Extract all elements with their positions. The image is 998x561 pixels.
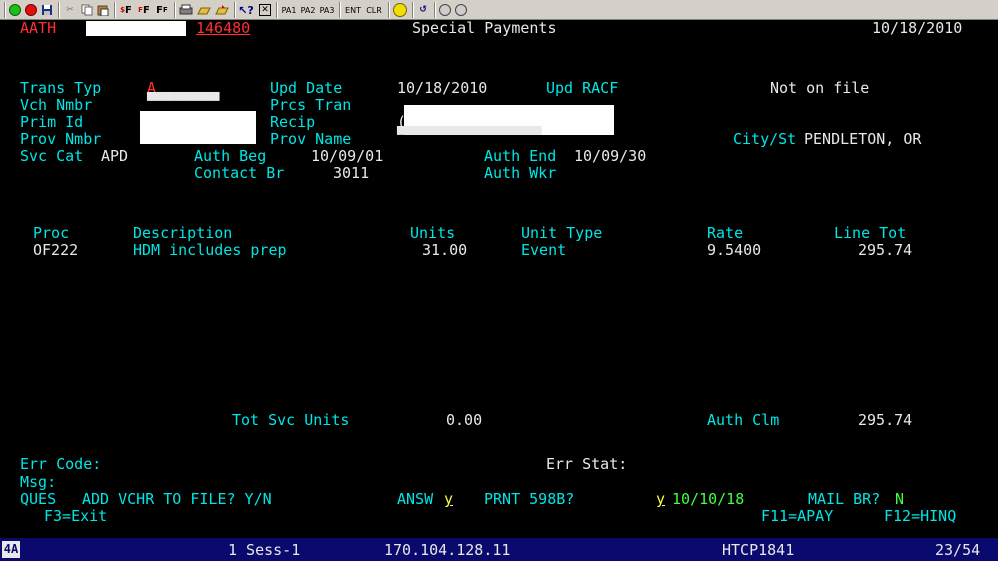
row-units: 31.00 [422,241,468,259]
clr-button[interactable]: CLR [364,2,384,18]
city-st-value: PENDLETON, OR [804,130,922,148]
auth-end-value: 10/09/30 [574,147,647,165]
redacted-field [140,111,256,144]
row-description: HDM includes prep [133,241,287,259]
font-medium-icon[interactable]: FF [136,2,152,18]
contact-br-value: 3011 [333,164,370,182]
mail-br-field[interactable]: N [895,491,904,508]
screen-id: AATH [20,19,57,37]
prnt-date: 10/10/18 [672,490,745,508]
col-rate-header: Rate [707,224,744,242]
prnt-field[interactable]: y [656,491,665,508]
f12-hinq-key[interactable]: F12=HINQ [884,508,956,525]
upd-date-label: Upd Date [270,79,343,97]
pa1-button[interactable]: PA1 [280,2,298,18]
upd-racf-label: Upd RACF [546,79,619,97]
paste-icon[interactable] [96,2,110,18]
prcs-tran-label: Prcs Tran [270,96,352,114]
col-line-tot-header: Line Tot [834,224,907,242]
record-stop-icon[interactable] [454,2,468,18]
file-status: Not on file [770,79,870,97]
prov-name-label: Prov Name [270,130,352,148]
row-unit-type: Event [521,241,567,259]
auth-wkr-label: Auth Wkr [484,164,557,182]
col-proc-header: Proc [33,224,70,242]
auth-number: 146480 [196,19,251,37]
mail-br-label: MAIL BR? [808,490,881,508]
green-circle-icon[interactable] [8,2,22,18]
help-icon[interactable]: ↖? [238,2,254,18]
city-st-label: City/St [733,130,797,148]
redacted-field [86,21,186,36]
ques-label: QUES [20,490,57,508]
header-date: 10/18/2010 [872,19,963,37]
err-stat-label: Err Stat: [546,455,628,473]
save-icon[interactable] [40,2,54,18]
toolbar-grip [4,2,6,18]
red-circle-icon[interactable] [24,2,38,18]
toolbar: ✂ $ F FF FF ↖? ✕ PA1 PA2 PA3 ENT CLR ↺ [0,0,998,20]
question-text: ADD VCHR TO FILE? Y/N [82,490,272,508]
send-file-icon[interactable] [196,2,212,18]
smiley-icon[interactable] [392,2,408,18]
row-rate: 9.5400 [707,241,762,259]
close-icon[interactable]: ✕ [258,2,272,18]
svc-cat-value: APD [101,147,129,165]
f11-apay-key[interactable]: F11=APAY [761,508,833,525]
pa3-button[interactable]: PA3 [318,2,336,18]
err-code-label: Err Code: [20,455,102,473]
trans-typ-label: Trans Typ [20,79,102,97]
print-icon[interactable] [178,2,194,18]
tot-svc-units-label: Tot Svc Units [232,411,350,429]
vch-nmbr-field[interactable]: ▀▀▀▀▀▀▀▀ [147,93,219,110]
receive-file-icon[interactable] [214,2,230,18]
session-name: 1 Sess-1 [228,541,301,559]
vch-nmbr-label: Vch Nmbr [20,96,93,114]
f3-exit-key[interactable]: F3=Exit [44,508,107,525]
recip-label: Recip [270,113,316,131]
row-proc: OF222 [33,241,79,259]
host-ip: 170.104.128.11 [384,541,511,559]
row-line-tot: 295.74 [858,241,913,259]
upd-date-value: 10/18/2010 [397,79,488,97]
host-name: HTCP1841 [722,541,795,559]
col-unit-type-header: Unit Type [521,224,603,242]
ent-button[interactable]: ENT [343,2,363,18]
svc-cat-label: Svc Cat [20,147,84,165]
col-description-header: Description [133,224,233,242]
record-start-icon[interactable] [438,2,452,18]
col-units-header: Units [410,224,456,242]
session-indicator: 4A [2,541,20,558]
auth-end-label: Auth End [484,147,557,165]
terminal-screen[interactable]: AATH 146480 Special Payments 10/18/2010 … [0,20,998,538]
status-bar: 4A 1 Sess-1 170.104.128.11 HTCP1841 23/5… [0,538,998,561]
prnt-label: PRNT 598B? [484,490,575,508]
auth-clm-label: Auth Clm [707,411,780,429]
refresh-icon[interactable]: ↺ [416,2,430,18]
auth-clm-value: 295.74 [858,411,913,429]
answ-label: ANSW [397,490,434,508]
pa2-button[interactable]: PA2 [299,2,317,18]
answ-field[interactable]: y [444,491,453,508]
prov-nmbr-label: Prov Nmbr [20,130,102,148]
font-large-icon[interactable]: $ F [118,2,134,18]
contact-br-label: Contact Br [194,164,285,182]
font-small-icon[interactable]: FF [154,2,170,18]
auth-beg-value: 10/09/01 [311,147,384,165]
prov-name-field[interactable]: ▀▀▀▀▀▀▀▀▀▀▀▀▀▀▀▀ [397,127,542,144]
prim-id-label: Prim Id [20,113,84,131]
cursor-position: 23/54 [935,541,981,559]
msg-label: Msg: [20,473,57,491]
tot-svc-units-value: 0.00 [446,411,483,429]
auth-beg-label: Auth Beg [194,147,267,165]
page-title: Special Payments [412,19,557,37]
copy-icon[interactable] [80,2,94,18]
cut-icon[interactable]: ✂ [63,2,77,18]
